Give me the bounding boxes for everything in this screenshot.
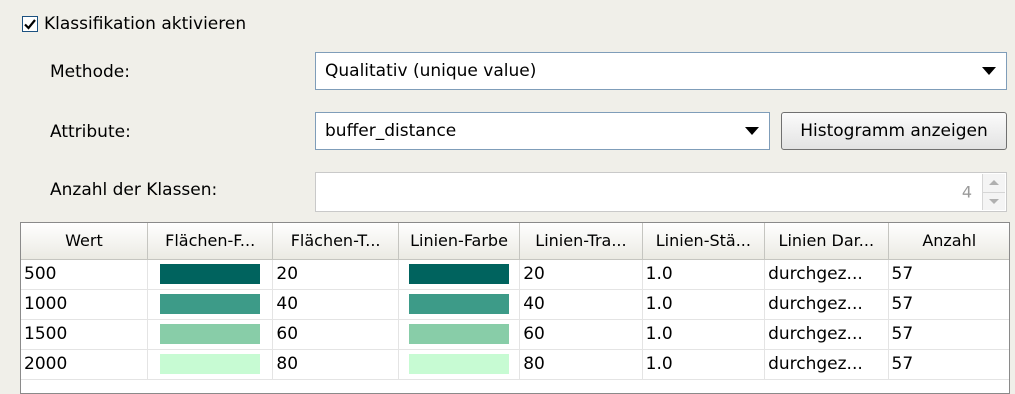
fill-color-swatch[interactable] [160, 294, 261, 314]
cell-line-width[interactable]: 1.0 [642, 319, 766, 350]
cell-line-width[interactable]: 1.0 [642, 349, 766, 380]
column-header-line-style[interactable]: Linien Dar... [764, 223, 889, 260]
fill-color-swatch[interactable] [160, 264, 261, 284]
cell-fill-color[interactable] [147, 349, 274, 380]
column-header-fill-transparency[interactable]: Flächen-T... [272, 223, 399, 260]
table-row[interactable]: 1500 60 60 1.0 durchgez... 57 [21, 319, 1009, 350]
spinner-up-button[interactable] [983, 174, 1005, 192]
cell-fill-color[interactable] [147, 319, 274, 350]
enable-classification-row[interactable]: Klassifikation aktivieren [22, 14, 246, 34]
cell-wert[interactable]: 500 [21, 259, 148, 290]
chevron-down-icon [982, 67, 996, 75]
class-count-spinner[interactable]: 4 [315, 172, 1007, 212]
arrow-down-icon [989, 198, 999, 204]
column-header-wert[interactable]: Wert [21, 223, 148, 260]
cell-wert[interactable]: 1500 [21, 319, 148, 350]
cell-line-color[interactable] [398, 259, 521, 290]
method-select[interactable]: Qualitativ (unique value) [315, 52, 1007, 90]
arrow-up-icon [989, 180, 999, 186]
cell-line-transparency[interactable]: 20 [519, 259, 643, 290]
enable-classification-label: Klassifikation aktivieren [44, 14, 247, 34]
enable-classification-checkbox[interactable] [22, 16, 38, 32]
cell-count: 57 [888, 349, 1009, 380]
method-value: Qualitativ (unique value) [325, 61, 537, 81]
fill-color-swatch[interactable] [160, 324, 261, 344]
attribute-label: Attribute: [50, 122, 131, 142]
cell-line-color[interactable] [398, 349, 521, 380]
cell-line-color[interactable] [398, 289, 521, 320]
table-header-row: Wert Flächen-F... Flächen-T... Linien-Fa… [21, 223, 1009, 260]
cell-wert[interactable]: 2000 [21, 349, 148, 380]
column-header-line-width[interactable]: Linien-Stä... [642, 223, 766, 260]
method-label: Methode: [50, 62, 130, 82]
cell-fill-transparency[interactable]: 60 [272, 319, 399, 350]
line-color-swatch[interactable] [409, 264, 510, 284]
line-color-swatch[interactable] [409, 324, 510, 344]
class-count-label: Anzahl der Klassen: [50, 180, 218, 200]
cell-line-width[interactable]: 1.0 [642, 259, 766, 290]
table-row[interactable]: 2000 80 80 1.0 durchgez... 57 [21, 349, 1009, 380]
cell-line-transparency[interactable]: 60 [519, 319, 643, 350]
class-count-value: 4 [961, 182, 972, 202]
checkmark-icon [24, 19, 36, 30]
cell-line-transparency[interactable]: 80 [519, 349, 643, 380]
cell-fill-transparency[interactable]: 40 [272, 289, 399, 320]
cell-count: 57 [888, 289, 1009, 320]
cell-fill-color[interactable] [147, 259, 274, 290]
cell-line-style[interactable]: durchgez... [764, 349, 889, 380]
cell-line-style[interactable]: durchgez... [764, 259, 889, 290]
cell-wert[interactable]: 1000 [21, 289, 148, 320]
cell-line-color[interactable] [398, 319, 521, 350]
cell-line-style[interactable]: durchgez... [764, 319, 889, 350]
attribute-select[interactable]: buffer_distance [315, 112, 770, 150]
column-header-line-transparency[interactable]: Linien-Tra... [519, 223, 643, 260]
column-header-line-color[interactable]: Linien-Farbe [398, 223, 521, 260]
cell-fill-transparency[interactable]: 80 [272, 349, 399, 380]
classification-table: Wert Flächen-F... Flächen-T... Linien-Fa… [20, 222, 1010, 394]
column-header-count[interactable]: Anzahl [888, 223, 1009, 260]
cell-line-transparency[interactable]: 40 [519, 289, 643, 320]
cell-line-width[interactable]: 1.0 [642, 289, 766, 320]
spinner-down-button[interactable] [983, 191, 1005, 210]
cell-count: 57 [888, 319, 1009, 350]
cell-fill-color[interactable] [147, 289, 274, 320]
fill-color-swatch[interactable] [160, 354, 261, 374]
cell-count: 57 [888, 259, 1009, 290]
cell-fill-transparency[interactable]: 20 [272, 259, 399, 290]
line-color-swatch[interactable] [409, 294, 510, 314]
line-color-swatch[interactable] [409, 354, 510, 374]
chevron-down-icon [745, 127, 759, 135]
attribute-value: buffer_distance [325, 121, 457, 141]
show-histogram-button[interactable]: Histogramm anzeigen [781, 112, 1007, 150]
table-row[interactable]: 1000 40 40 1.0 durchgez... 57 [21, 289, 1009, 320]
column-header-fill-color[interactable]: Flächen-F... [147, 223, 274, 260]
table-row[interactable]: 500 20 20 1.0 durchgez... 57 [21, 259, 1009, 290]
cell-line-style[interactable]: durchgez... [764, 289, 889, 320]
